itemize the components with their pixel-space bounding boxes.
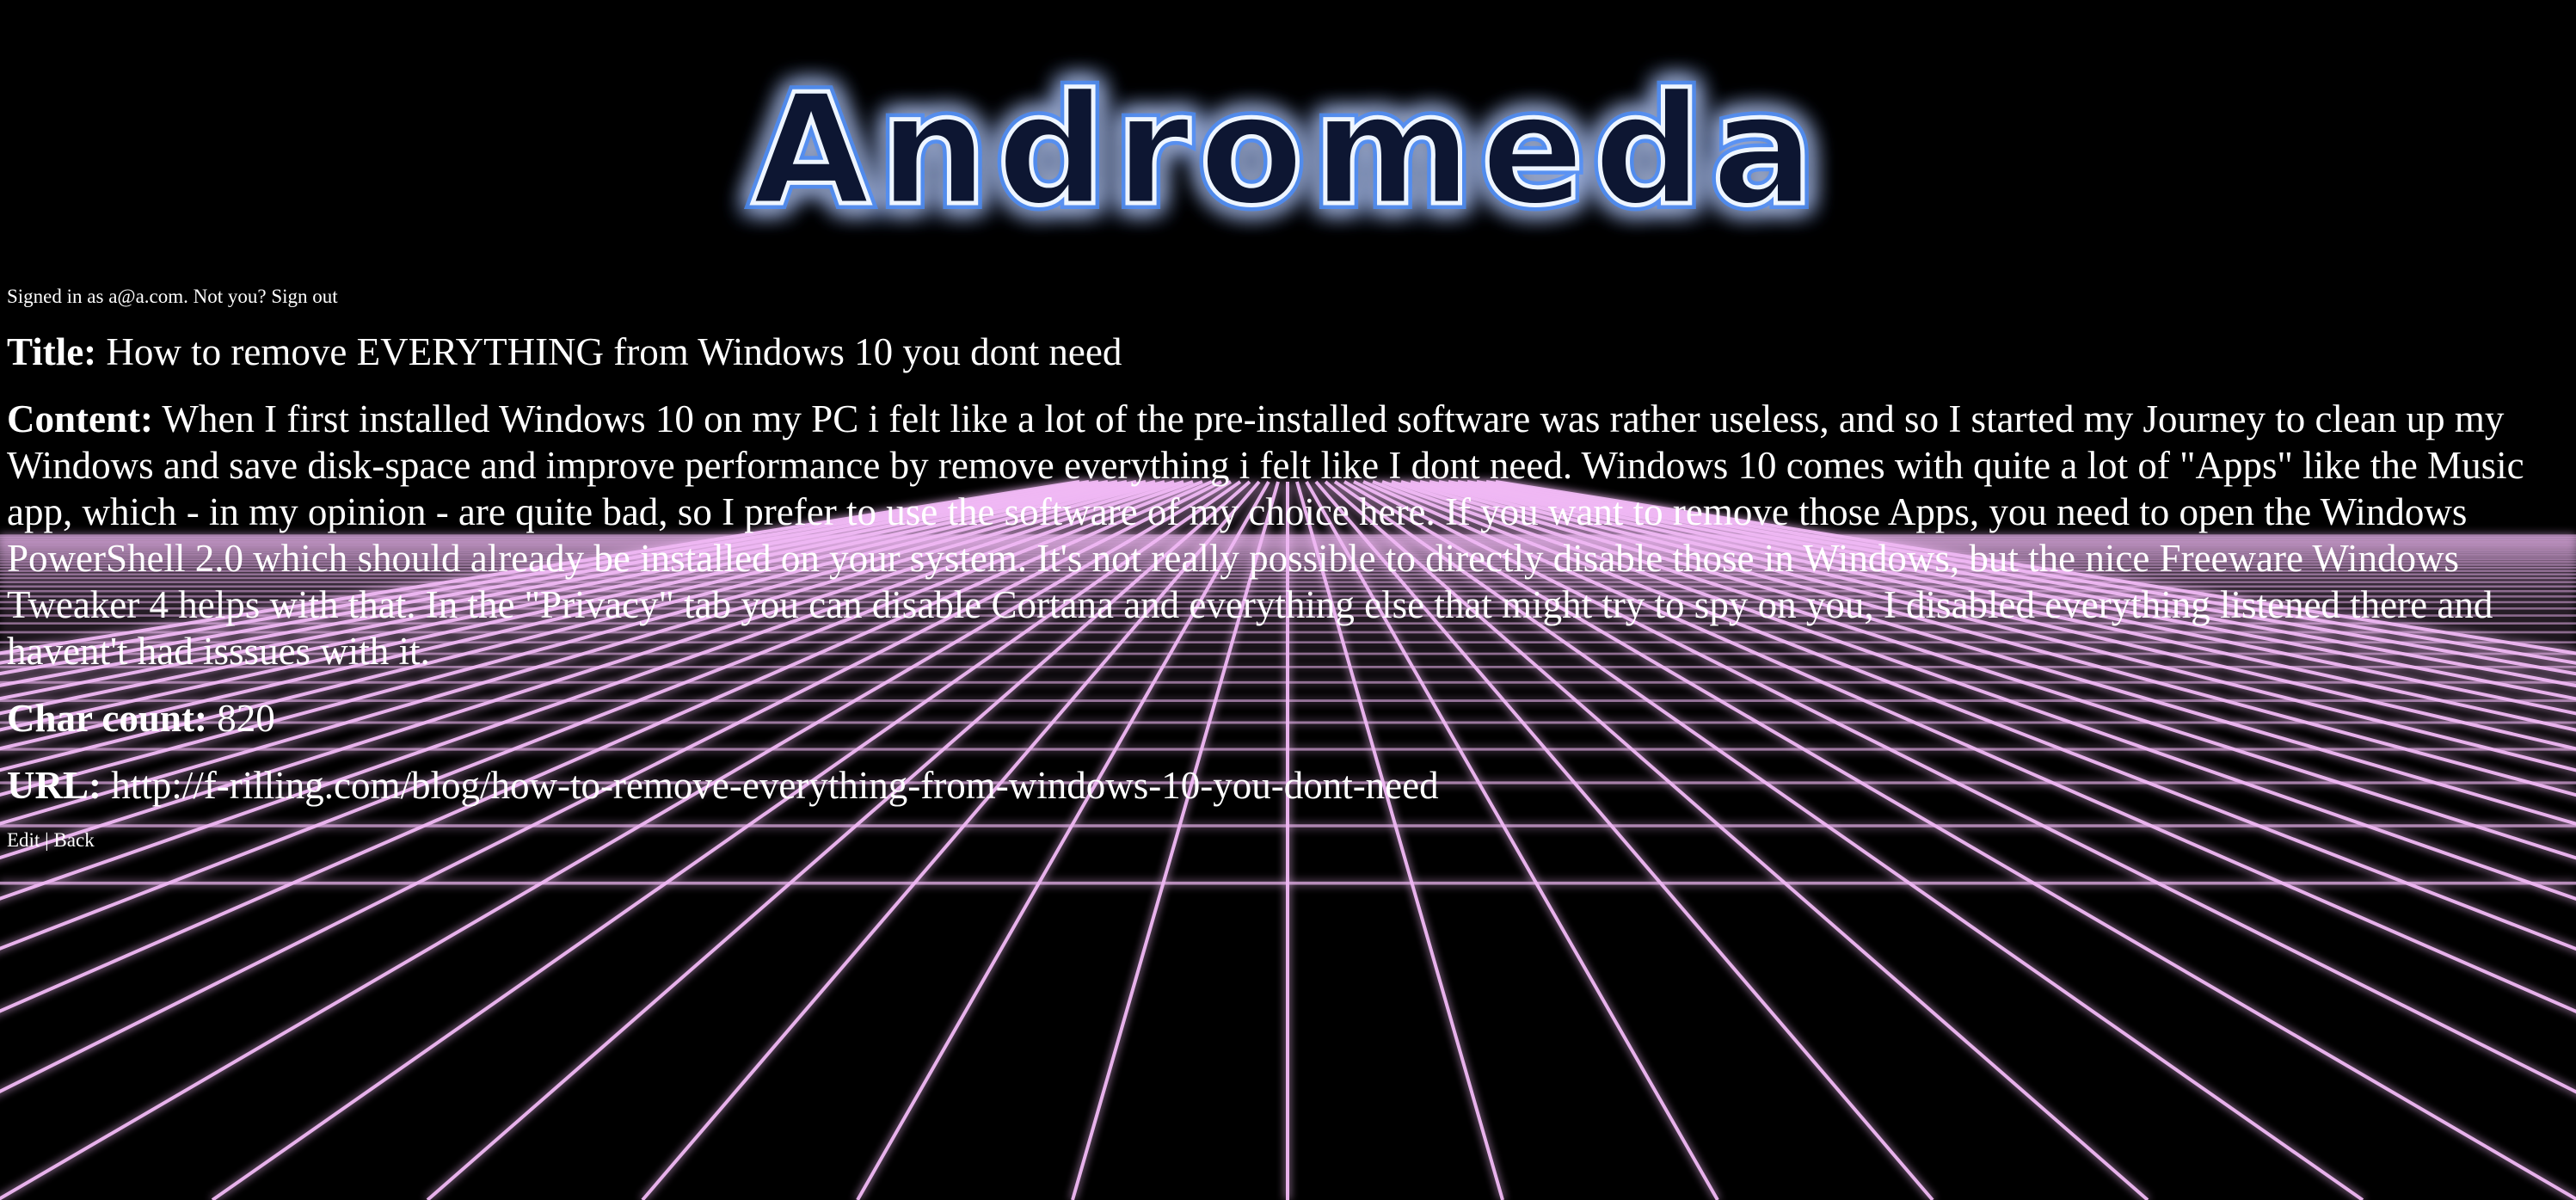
char-count-label: Char count: [7,696,207,740]
action-separator: | [45,828,49,851]
sign-out-link[interactable]: Sign out [271,286,337,307]
user-email: a@a.com. [108,286,188,307]
title-field: Title: How to remove EVERYTHING from Win… [7,329,2570,375]
url-label: URL: [7,763,101,807]
title-value: How to remove EVERYTHING from Windows 10… [106,329,1122,373]
signin-status: Signed in as a@a.com. Not you? Sign out [7,284,2570,310]
content-value: When I first installed Windows 10 on my … [7,397,2524,673]
logo-text: Andromeda [752,61,1823,239]
andromeda-logo: Andromeda Andromeda [746,55,1823,245]
signin-prefix: Signed in as [7,286,104,307]
title-label: Title: [7,329,97,373]
content-field: Content: When I first installed Windows … [7,396,2570,674]
action-links: Edit | Back [7,829,2570,852]
char-count-field: Char count: 820 [7,695,2570,742]
edit-link[interactable]: Edit [7,829,40,851]
content-label: Content: [7,397,153,440]
post-details: Signed in as a@a.com. Not you? Sign out … [7,284,2570,852]
not-you-text: Not you? [193,286,267,307]
url-value: http://f-rilling.com/blog/how-to-remove-… [111,763,1439,807]
back-link[interactable]: Back [53,829,94,851]
url-field: URL: http://f-rilling.com/blog/how-to-re… [7,762,2570,809]
char-count-value: 820 [217,696,275,740]
